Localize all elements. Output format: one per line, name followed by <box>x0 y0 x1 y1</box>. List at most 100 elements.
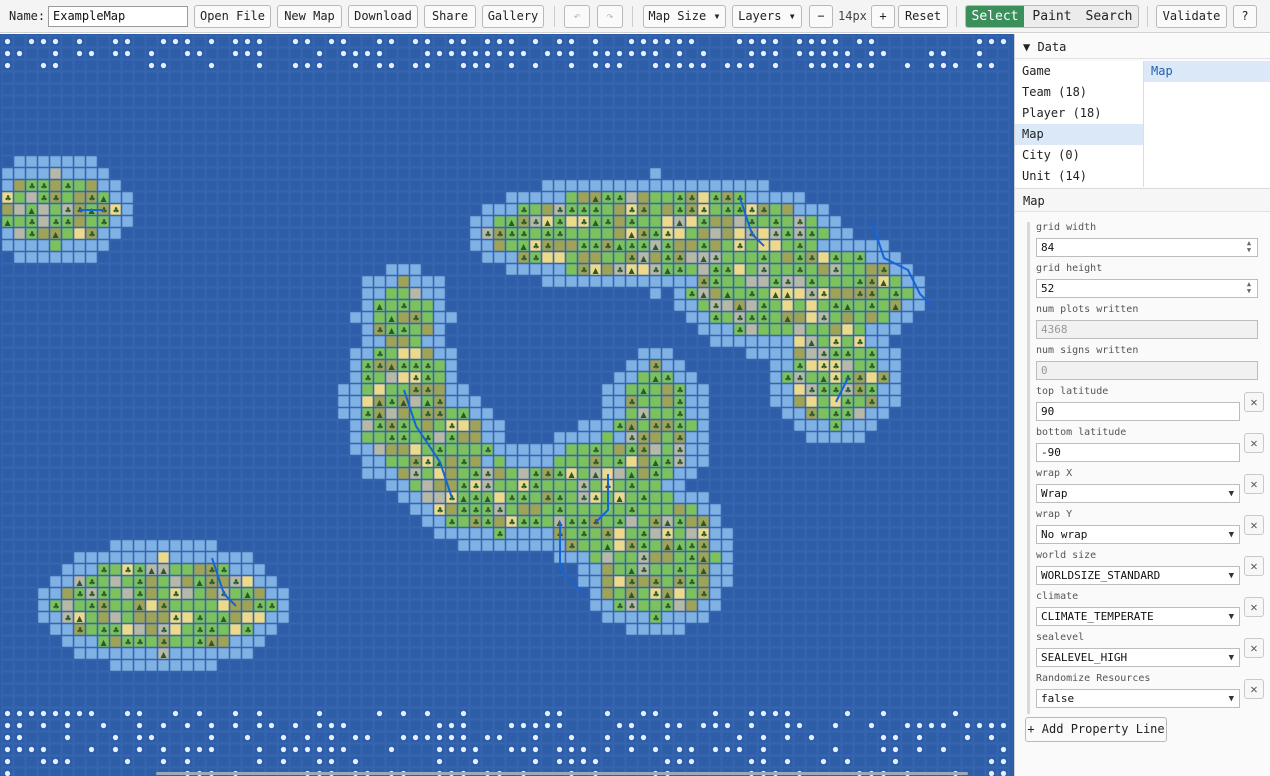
map-tile[interactable] <box>949 611 962 624</box>
map-tile[interactable] <box>253 503 266 516</box>
map-tile[interactable] <box>169 59 182 72</box>
map-tile[interactable] <box>541 647 554 660</box>
map-tile[interactable] <box>961 383 974 396</box>
map-tile[interactable] <box>349 155 362 168</box>
map-tile[interactable] <box>361 143 374 156</box>
map-tile[interactable] <box>373 239 386 252</box>
map-tile[interactable] <box>553 347 566 360</box>
map-tile[interactable] <box>853 47 866 60</box>
map-tile[interactable] <box>241 371 254 384</box>
map-tile[interactable] <box>913 575 926 588</box>
map-tile[interactable] <box>229 59 242 72</box>
map-tile[interactable] <box>937 359 950 372</box>
map-tile[interactable] <box>253 551 266 564</box>
map-tile[interactable] <box>385 251 398 264</box>
map-tile[interactable] <box>1 143 14 156</box>
map-tile[interactable] <box>745 659 758 672</box>
map-tile[interactable] <box>433 599 446 612</box>
map-tile[interactable] <box>625 83 638 96</box>
map-tile[interactable] <box>913 47 926 60</box>
map-tile[interactable] <box>49 659 62 672</box>
map-tile[interactable] <box>745 335 758 348</box>
map-tile[interactable] <box>889 647 902 660</box>
map-tile[interactable] <box>901 335 914 348</box>
map-tile[interactable] <box>853 215 866 228</box>
map-tile[interactable] <box>325 107 338 120</box>
map-tile[interactable] <box>361 395 374 408</box>
map-tile[interactable] <box>361 155 374 168</box>
map-tile[interactable] <box>169 143 182 156</box>
map-tile[interactable] <box>577 323 590 336</box>
map-tile[interactable] <box>217 131 230 144</box>
map-tile[interactable] <box>697 443 710 456</box>
map-tile[interactable] <box>529 167 542 180</box>
map-tile[interactable] <box>385 539 398 552</box>
map-tile[interactable] <box>793 443 806 456</box>
map-tile[interactable] <box>637 623 650 636</box>
map-tile[interactable] <box>13 191 26 204</box>
map-tile[interactable] <box>13 155 26 168</box>
map-tile[interactable] <box>649 107 662 120</box>
map-tile[interactable] <box>901 227 914 240</box>
map-tile[interactable] <box>877 419 890 432</box>
map-tile[interactable] <box>961 287 974 300</box>
map-tile[interactable] <box>997 239 1010 252</box>
map-tile[interactable] <box>205 551 218 564</box>
map-tile[interactable] <box>745 191 758 204</box>
map-tile[interactable] <box>289 455 302 468</box>
map-tile[interactable] <box>217 71 230 84</box>
map-tile[interactable] <box>481 203 494 216</box>
map-tile[interactable] <box>625 167 638 180</box>
map-tile[interactable] <box>169 215 182 228</box>
map-tile[interactable] <box>709 35 722 48</box>
map-tile[interactable] <box>385 479 398 492</box>
map-tile[interactable] <box>865 659 878 672</box>
map-tile[interactable] <box>457 419 470 432</box>
map-tile[interactable] <box>637 455 650 468</box>
map-tile[interactable] <box>985 527 998 540</box>
map-tile[interactable] <box>769 323 782 336</box>
map-tile[interactable] <box>913 143 926 156</box>
map-tile[interactable] <box>997 527 1010 540</box>
map-tile[interactable] <box>469 131 482 144</box>
map-tile[interactable] <box>133 395 146 408</box>
map-tile[interactable] <box>1 491 14 504</box>
map-tile[interactable] <box>877 95 890 108</box>
map-tile[interactable] <box>577 191 590 204</box>
map-tile[interactable] <box>589 299 602 312</box>
map-tile[interactable] <box>445 359 458 372</box>
map-tile[interactable] <box>937 239 950 252</box>
map-tile[interactable] <box>301 311 314 324</box>
map-tile[interactable] <box>877 215 890 228</box>
map-tile[interactable] <box>541 95 554 108</box>
map-tile[interactable] <box>721 107 734 120</box>
map-tile[interactable] <box>373 635 386 648</box>
map-tile[interactable] <box>685 587 698 600</box>
map-tile[interactable] <box>61 503 74 516</box>
map-tile[interactable] <box>685 503 698 516</box>
map-tile[interactable] <box>265 251 278 264</box>
map-tile[interactable] <box>277 287 290 300</box>
map-tile[interactable] <box>817 107 830 120</box>
map-tile[interactable] <box>901 299 914 312</box>
map-tile[interactable] <box>193 419 206 432</box>
map-tile[interactable] <box>109 575 122 588</box>
map-tile[interactable] <box>25 623 38 636</box>
map-tile[interactable] <box>973 191 986 204</box>
map-tile[interactable] <box>265 299 278 312</box>
map-tile[interactable] <box>157 107 170 120</box>
map-tile[interactable] <box>133 611 146 624</box>
map-tile[interactable] <box>937 383 950 396</box>
map-tile[interactable] <box>301 491 314 504</box>
map-tile[interactable] <box>721 35 734 48</box>
map-tile[interactable] <box>553 395 566 408</box>
map-tile[interactable] <box>925 335 938 348</box>
map-tile[interactable] <box>697 611 710 624</box>
map-tile[interactable] <box>505 647 518 660</box>
map-tile[interactable] <box>913 167 926 180</box>
map-tile[interactable] <box>745 575 758 588</box>
map-tile[interactable] <box>841 107 854 120</box>
map-tile[interactable] <box>145 635 158 648</box>
map-tile[interactable] <box>553 251 566 264</box>
map-tile[interactable] <box>277 515 290 528</box>
